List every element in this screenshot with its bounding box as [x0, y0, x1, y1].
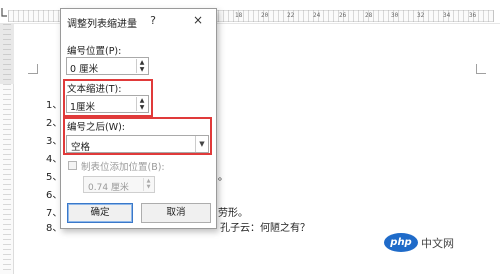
ok-button[interactable]: 确定: [67, 203, 133, 223]
tab-stop-label: 制表位添加位置(B):: [81, 162, 165, 173]
list-item-text: 孔子云：何陋之有？: [220, 223, 310, 234]
spin-down-icon[interactable]: ▼: [137, 66, 147, 73]
ruler-number: 18: [235, 12, 243, 19]
ruler-number: 22: [287, 12, 295, 19]
ruler-number: 32: [417, 12, 425, 19]
spin-down-icon[interactable]: ▼: [144, 184, 153, 190]
word-document-window: 18 20 22 24 26 28 30 32 34 36 1、 2、 3、 4…: [0, 0, 500, 274]
tab-stop-value: 0.74 厘米: [88, 183, 129, 193]
ruler-number: 34: [443, 12, 451, 19]
spinner-arrows: ▲ ▼: [136, 59, 147, 73]
ruler-number: 36: [469, 12, 477, 19]
dialog-title: 调整列表缩进量: [67, 19, 137, 30]
number-position-label: 编号位置(P):: [67, 46, 122, 57]
number-position-spinner[interactable]: 0 厘米 ▲ ▼: [66, 57, 149, 75]
ruler-number: 26: [339, 12, 347, 19]
tab-stop-checkbox[interactable]: [68, 161, 77, 170]
tab-stop-spinner[interactable]: 0.74 厘米 ▲ ▼: [83, 176, 155, 193]
vertical-ruler-ticks: [3, 24, 11, 274]
margin-corner-mark: [476, 64, 486, 74]
spin-up-icon[interactable]: ▲: [137, 59, 147, 66]
list-item-text: 。: [218, 172, 228, 183]
close-button[interactable]: ×: [191, 13, 205, 27]
list-item-text: 劳形。: [218, 208, 248, 219]
ruler-number: 24: [313, 12, 321, 19]
tab-selector-icon[interactable]: [0, 4, 8, 18]
ruler-number: 20: [261, 12, 269, 19]
spinner-arrows: ▲ ▼: [143, 178, 153, 191]
ruler-number: 28: [365, 12, 373, 19]
margin-corner-mark: [28, 64, 38, 74]
highlight-box-number-after: [63, 117, 212, 155]
php-logo: php: [384, 233, 418, 252]
ruler-number: 30: [391, 12, 399, 19]
site-name: 中文网: [421, 237, 454, 250]
vertical-ruler[interactable]: [0, 24, 14, 274]
highlight-box-text-indent: [63, 79, 153, 117]
cancel-button[interactable]: 取消: [141, 203, 211, 223]
adjust-list-indent-dialog: 调整列表缩进量 ? × 编号位置(P): 0 厘米 ▲ ▼ 文本缩进(T): 1…: [60, 8, 217, 229]
help-button[interactable]: ?: [147, 14, 159, 27]
number-position-value: 0 厘米: [70, 64, 99, 75]
